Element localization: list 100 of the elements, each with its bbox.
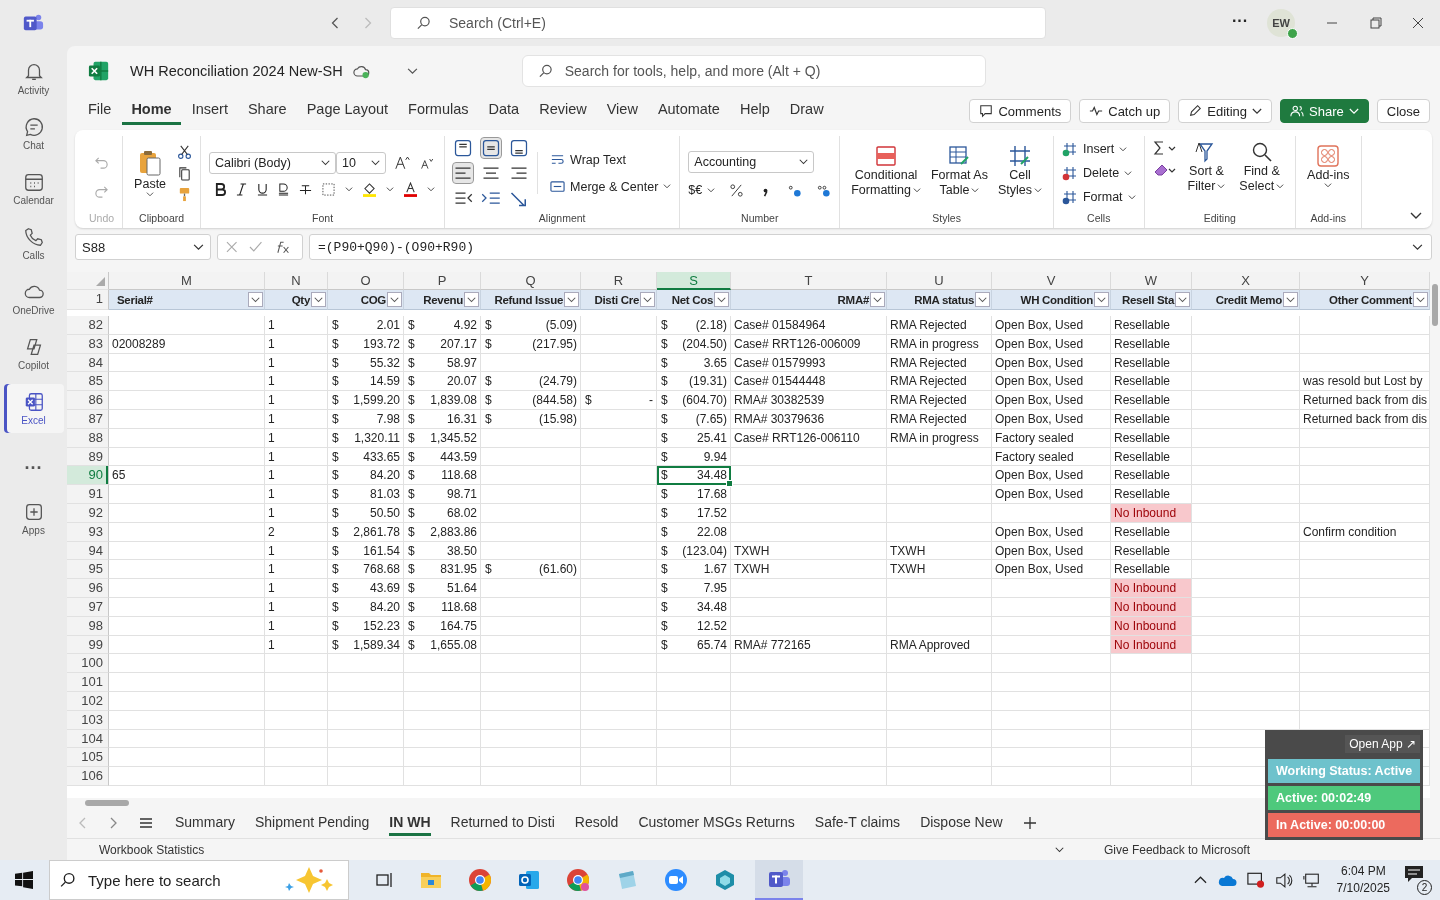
sheet-tab[interactable]: Returned to Disti — [450, 810, 555, 836]
filter-button[interactable] — [870, 292, 885, 307]
notifications-button[interactable]: 2 — [1404, 865, 1432, 895]
search-field[interactable]: Type here to search — [49, 860, 349, 900]
row-header[interactable]: 1 — [67, 290, 109, 310]
sidebar-item[interactable]: Copilot — [3, 329, 64, 378]
filter-button[interactable] — [1175, 292, 1190, 307]
menu-tab[interactable]: Page Layout — [297, 97, 398, 125]
clock[interactable]: 6:04 PM 7/10/2025 — [1336, 863, 1390, 897]
font-color-icon[interactable] — [404, 181, 418, 197]
sheet-tab[interactable]: IN WH — [389, 810, 431, 836]
format-as-table-button[interactable]: Format As Table — [927, 144, 991, 198]
caret-icon[interactable] — [406, 67, 418, 75]
sheet-tab[interactable]: Customer MSGs Returns — [638, 810, 795, 836]
align-top-icon[interactable] — [453, 138, 474, 158]
sidebar-item[interactable]: ... — [3, 439, 64, 488]
search-field[interactable]: Search for tools, help, and more (Alt + Q) — [521, 55, 986, 87]
sidebar-item[interactable]: OneDrive — [3, 274, 64, 323]
taskbar-app[interactable] — [755, 860, 803, 900]
document-title[interactable]: WH Reconciliation 2024 New-SH — [130, 63, 343, 79]
borders-icon[interactable] — [322, 182, 336, 196]
task-view-icon[interactable] — [374, 870, 394, 890]
feedback-link[interactable]: Give Feedback to Microsoft — [1103, 843, 1250, 857]
start-icon[interactable] — [15, 871, 33, 889]
sidebar-item[interactable]: Calls — [3, 219, 64, 268]
browser-icon[interactable] — [566, 868, 590, 892]
percent-icon[interactable] — [729, 182, 745, 198]
row-header[interactable]: 100 — [67, 654, 109, 674]
add-sheet-icon[interactable] — [1022, 816, 1037, 830]
volume-icon[interactable] — [1274, 871, 1293, 889]
filter-button[interactable] — [1413, 292, 1428, 307]
align-left-icon[interactable] — [453, 163, 474, 183]
search-field[interactable]: Search (Ctrl+E) — [390, 7, 1046, 39]
menu-tab[interactable]: Insert — [182, 97, 237, 125]
close-icon[interactable] — [1412, 17, 1424, 29]
double-underline-icon[interactable] — [278, 182, 290, 196]
row-header[interactable]: 105 — [67, 748, 109, 768]
filter-button[interactable] — [464, 292, 479, 307]
align-bottom-icon[interactable] — [509, 138, 530, 158]
cut-icon[interactable] — [177, 144, 193, 160]
menu-tab[interactable]: Help — [730, 97, 779, 125]
sidebar-item[interactable]: Apps — [3, 494, 64, 543]
fill-handle[interactable] — [726, 480, 733, 488]
menu-tab[interactable]: Automate — [648, 97, 729, 125]
sidebar-item[interactable]: Activity — [3, 54, 64, 103]
fill-color-icon[interactable] — [363, 181, 377, 197]
cloud-icon[interactable] — [1216, 873, 1237, 887]
menu-tab[interactable]: Draw — [780, 97, 833, 125]
row-header[interactable]: 91 — [67, 485, 109, 504]
filter-button[interactable] — [640, 292, 655, 307]
sort-filter-button[interactable]: Sort & Filter — [1184, 140, 1229, 194]
filter-button[interactable] — [714, 292, 729, 307]
chevron-up-icon[interactable] — [1193, 876, 1207, 884]
network-icon[interactable] — [1302, 871, 1321, 889]
caret-icon[interactable] — [1054, 847, 1064, 853]
column-header[interactable]: S — [657, 272, 731, 290]
copy-icon[interactable] — [177, 165, 193, 181]
row-header[interactable]: 82 — [67, 316, 109, 335]
row-header[interactable]: 85 — [67, 372, 109, 392]
check-icon[interactable] — [249, 241, 263, 253]
menu-tab[interactable]: Home — [122, 97, 181, 125]
video-call-icon[interactable] — [664, 868, 688, 892]
sidebar-item[interactable]: Calendar — [3, 164, 64, 213]
formula-field[interactable]: =(P90+Q90)-(O90+R90) — [309, 234, 1432, 260]
filter-button[interactable] — [387, 292, 402, 307]
filter-button[interactable] — [564, 292, 579, 307]
paste-button[interactable]: Paste — [131, 149, 170, 197]
scrollbar-thumb[interactable] — [85, 800, 129, 806]
sheet-tab[interactable]: Dispose New — [920, 810, 1003, 836]
filter-button[interactable] — [975, 292, 990, 307]
filter-button[interactable] — [248, 292, 263, 307]
share-button[interactable]: Share — [1280, 99, 1369, 123]
status-text[interactable]: Workbook Statistics — [99, 843, 205, 857]
sidebar-item[interactable]: Chat — [3, 109, 64, 158]
caret-icon[interactable] — [1410, 212, 1422, 220]
menu-tab[interactable]: View — [597, 97, 647, 125]
editing-mode-button[interactable]: Editing — [1178, 99, 1273, 123]
row-header[interactable]: 96 — [67, 579, 109, 598]
add-ins-button[interactable]: Add-ins — [1304, 136, 1353, 210]
font-name-dropdown[interactable]: Calibri (Body) — [209, 151, 337, 174]
scrollbar-thumb[interactable] — [1432, 284, 1438, 326]
more-options-button[interactable]: ··· — [1232, 12, 1248, 30]
name-box[interactable]: S88 — [75, 234, 211, 260]
sidebar-item[interactable]: Excel — [3, 384, 64, 433]
cell-styles-button[interactable]: Cell Styles — [994, 144, 1045, 198]
italic-icon[interactable] — [236, 182, 248, 196]
row-header[interactable]: 106 — [67, 767, 109, 786]
catch-up-button[interactable]: Catch up — [1079, 99, 1171, 123]
format-cells-button[interactable]: Format — [1062, 189, 1136, 205]
monitor-alert-icon[interactable] — [1246, 871, 1265, 889]
menu-icon[interactable] — [139, 817, 153, 829]
avatar[interactable]: EW — [1267, 9, 1295, 37]
open-app-button[interactable]: Open App ↗ — [1345, 735, 1420, 753]
sheet-tab[interactable]: Safe-T claims — [814, 810, 901, 836]
cube-app-icon[interactable] — [713, 868, 737, 892]
row-header[interactable]: 90 — [67, 466, 109, 486]
eraser-icon[interactable] — [1152, 162, 1177, 178]
merge-center-button[interactable]: Merge & Center — [550, 179, 672, 194]
restore-icon[interactable] — [1370, 17, 1382, 29]
sheet-tab[interactable]: Resold — [574, 810, 619, 836]
